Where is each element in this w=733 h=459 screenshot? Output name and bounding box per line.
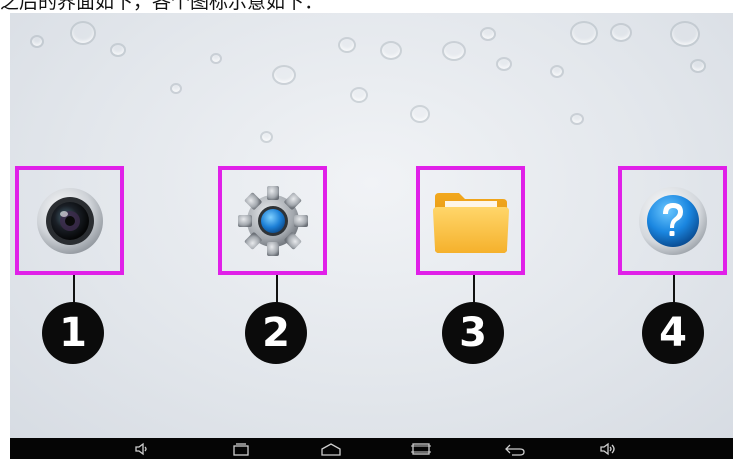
water-drop — [260, 131, 273, 143]
water-drop — [550, 65, 564, 78]
volume-up-icon — [600, 442, 615, 455]
water-drop — [70, 21, 96, 45]
callout-badge-2: 2 — [245, 302, 307, 364]
callout-line-1 — [73, 275, 75, 303]
file-manager-app-highlight[interactable] — [416, 166, 525, 275]
home-button[interactable] — [316, 438, 346, 459]
settings-app-highlight[interactable] — [218, 166, 327, 275]
water-drop — [110, 43, 126, 57]
water-drop — [30, 35, 44, 48]
water-drop — [670, 21, 700, 47]
callout-badge-3: 3 — [442, 302, 504, 364]
recent-apps-icon — [233, 442, 249, 456]
water-drop — [410, 105, 430, 123]
recent-apps-button[interactable] — [226, 438, 256, 459]
screenshot-icon — [411, 442, 431, 455]
camera-icon — [36, 187, 103, 254]
callout-line-3 — [473, 275, 475, 303]
callout-line-2 — [276, 275, 278, 303]
volume-down-button[interactable] — [128, 438, 156, 459]
callout-line-4 — [673, 275, 675, 303]
help-icon — [638, 186, 707, 255]
back-button[interactable] — [500, 438, 530, 459]
screenshot-button[interactable] — [406, 438, 436, 459]
home-icon — [321, 442, 341, 456]
water-drop — [380, 41, 402, 60]
navigation-bar — [10, 438, 733, 459]
water-drop — [570, 21, 598, 45]
water-drop — [272, 65, 296, 85]
water-drop — [480, 27, 496, 41]
callout-badge-1: 1 — [42, 302, 104, 364]
caption-text: 之后的界面如下，各个图标示意如下： — [0, 0, 324, 13]
water-drop — [610, 23, 632, 42]
camera-app-highlight[interactable] — [15, 166, 124, 275]
water-drop — [170, 83, 182, 94]
settings-gear-icon — [237, 185, 308, 256]
callout-badge-4: 4 — [642, 302, 704, 364]
help-app-highlight[interactable] — [618, 166, 727, 275]
volume-down-icon — [135, 442, 147, 455]
volume-up-button[interactable] — [594, 438, 624, 459]
water-drop — [570, 113, 584, 125]
water-drop — [442, 41, 466, 61]
water-drop — [496, 57, 512, 71]
folder-icon — [432, 192, 509, 253]
water-drop — [210, 53, 222, 64]
home-screen: 1 2 3 4 — [10, 13, 733, 438]
water-drop — [690, 59, 706, 73]
water-drop — [338, 37, 356, 53]
back-icon — [505, 444, 525, 456]
water-drop — [350, 87, 368, 103]
